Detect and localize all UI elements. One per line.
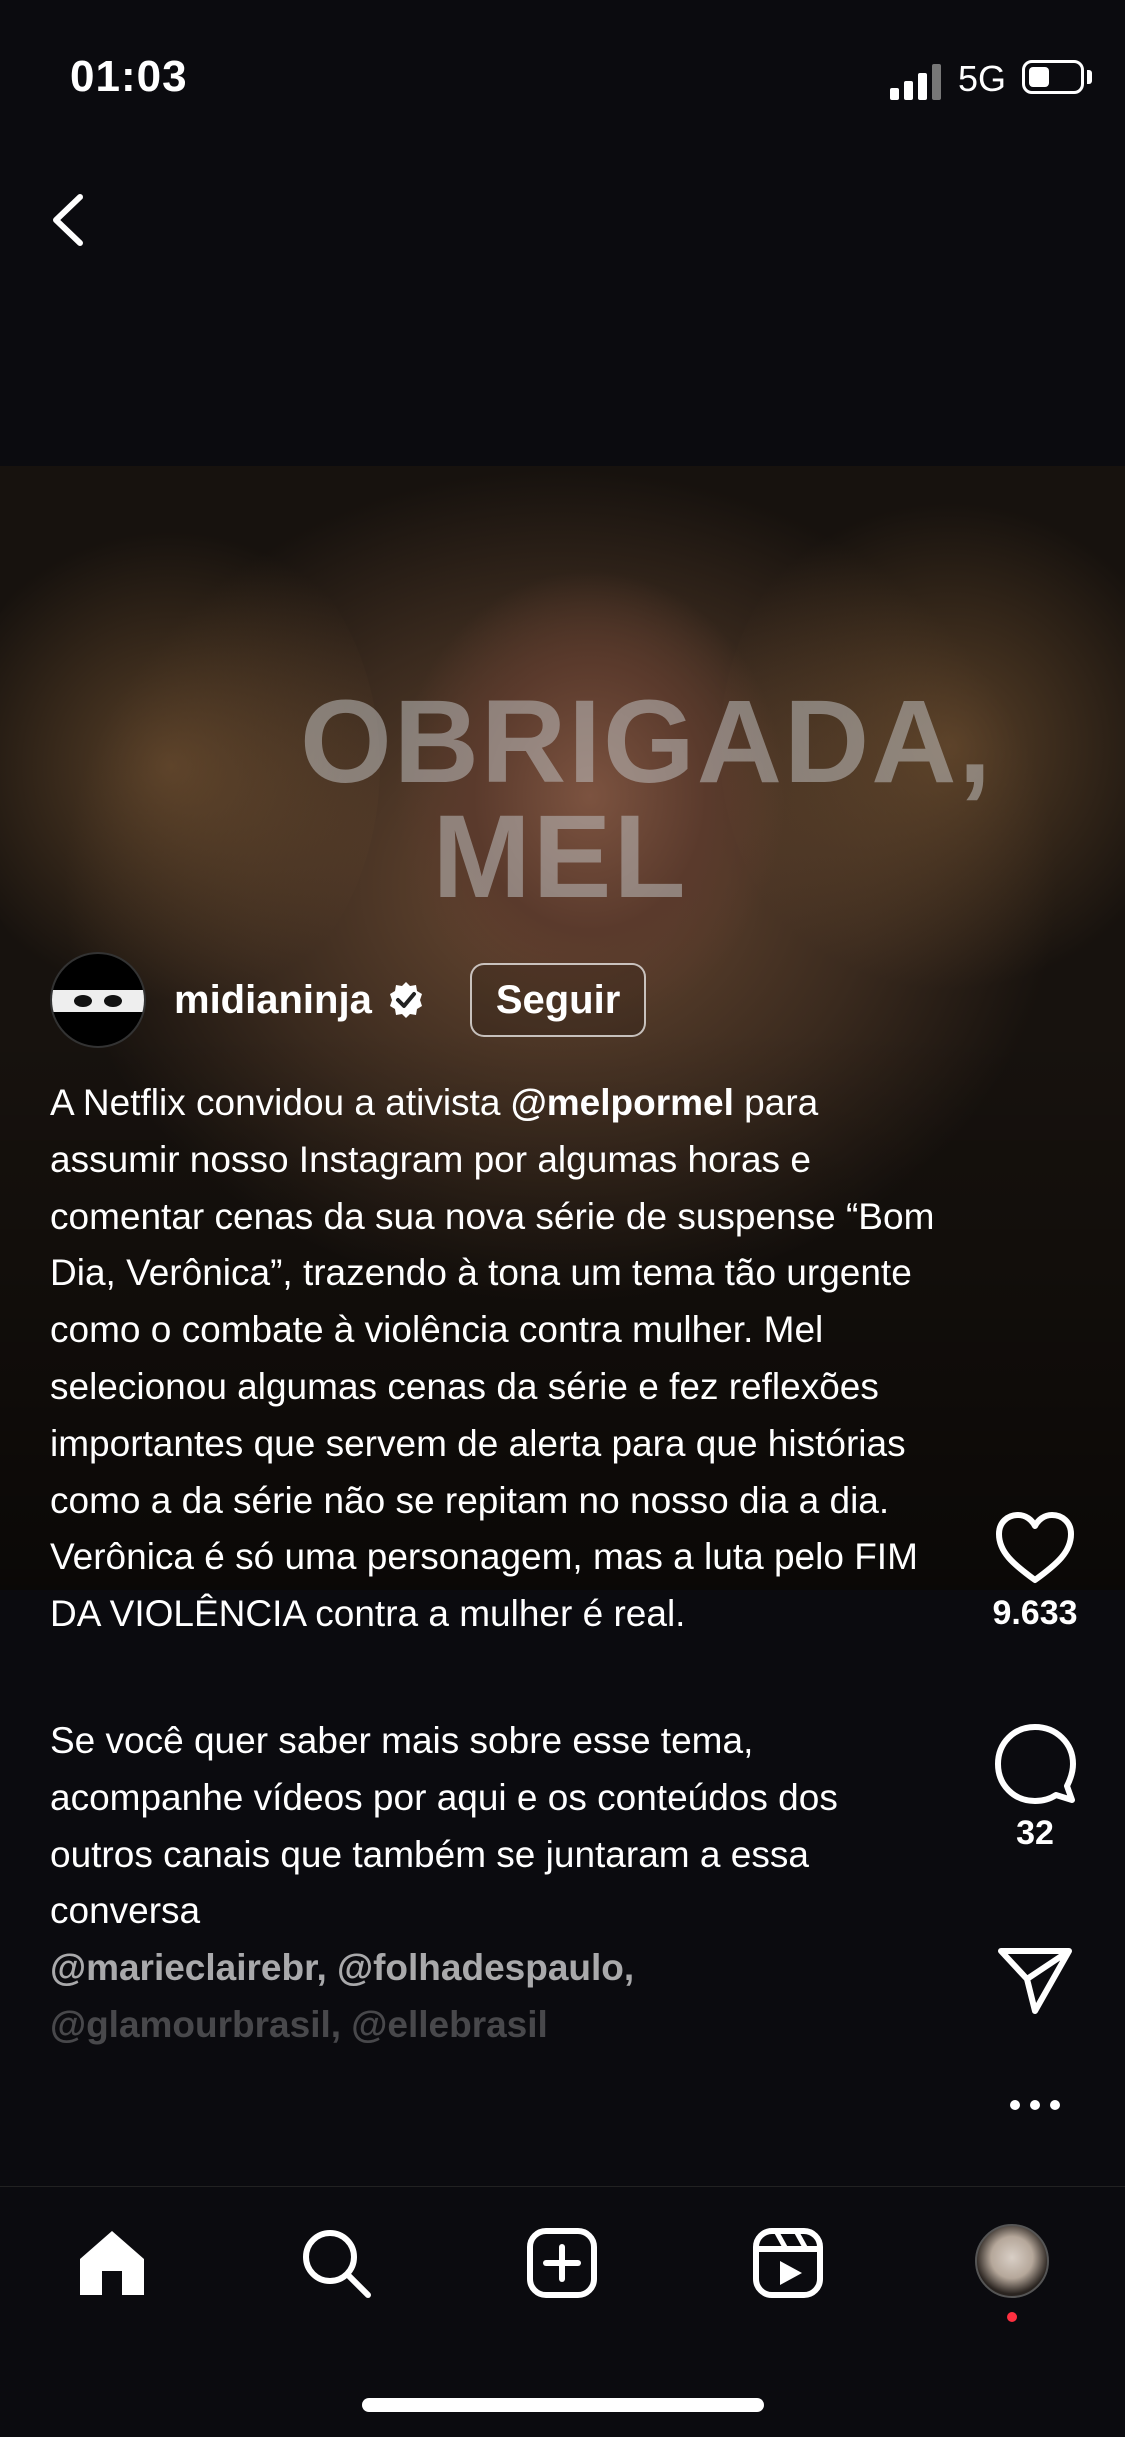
signal-icon bbox=[890, 64, 941, 100]
like-count[interactable]: 9.633 bbox=[980, 1594, 1090, 1633]
post-header: midianinja Seguir bbox=[50, 952, 647, 1048]
more-action bbox=[980, 2090, 1090, 2120]
status-time: 01:03 bbox=[70, 52, 188, 101]
caption-paragraph-2: Se você quer saber mais sobre esse tema,… bbox=[50, 1719, 838, 1932]
battery-icon bbox=[1022, 60, 1084, 94]
media-overlay-text: OBRIGADA, MEL bbox=[300, 676, 994, 923]
caption-mention[interactable]: @melpormel bbox=[511, 1082, 734, 1123]
like-action: 9.633 bbox=[980, 1510, 1090, 1633]
caption-clip: A Netflix convidou a ativista @melpormel… bbox=[0, 1075, 1125, 2150]
status-bar: 01:03 5G bbox=[0, 0, 1125, 150]
notification-dot bbox=[1007, 2312, 1017, 2322]
author-username[interactable]: midianinja bbox=[174, 978, 372, 1023]
home-indicator bbox=[362, 2398, 764, 2412]
verified-icon bbox=[389, 982, 422, 1018]
network-label: 5G bbox=[958, 58, 1007, 99]
author-avatar[interactable] bbox=[50, 952, 146, 1048]
search-icon[interactable] bbox=[296, 2223, 376, 2303]
caption-text: para assumir nosso Instagram por algumas… bbox=[50, 1082, 935, 1635]
create-icon[interactable] bbox=[522, 2223, 602, 2303]
caption-mentions-faded[interactable]: @glamourbrasil, @ellebrasil bbox=[50, 1997, 950, 2054]
reels-icon[interactable] bbox=[748, 2223, 828, 2303]
overlay-line: MEL bbox=[432, 791, 688, 923]
caption-mentions[interactable]: @marieclairebr, @folhadespaulo, bbox=[50, 1940, 950, 1997]
comment-action: 32 bbox=[980, 1722, 1090, 1853]
caption-paragraph-1: A Netflix convidou a ativista @melpormel… bbox=[50, 1075, 950, 1643]
share-action bbox=[980, 1945, 1090, 2017]
caption-text: A Netflix convidou a ativista bbox=[50, 1082, 511, 1123]
comment-icon[interactable] bbox=[993, 1722, 1077, 1806]
battery-tip bbox=[1087, 70, 1092, 84]
overlay-line: OBRIGADA, bbox=[300, 676, 994, 808]
send-icon[interactable] bbox=[995, 1945, 1075, 2017]
follow-button[interactable]: Seguir bbox=[469, 963, 647, 1037]
home-icon[interactable] bbox=[72, 2223, 152, 2303]
comment-count[interactable]: 32 bbox=[980, 1814, 1090, 1853]
heart-icon[interactable] bbox=[993, 1510, 1077, 1586]
profile-avatar[interactable] bbox=[975, 2224, 1049, 2298]
back-button[interactable] bbox=[40, 185, 100, 255]
more-options-icon[interactable] bbox=[1005, 2090, 1065, 2120]
post-caption: A Netflix convidou a ativista @melpormel… bbox=[50, 1075, 950, 2054]
